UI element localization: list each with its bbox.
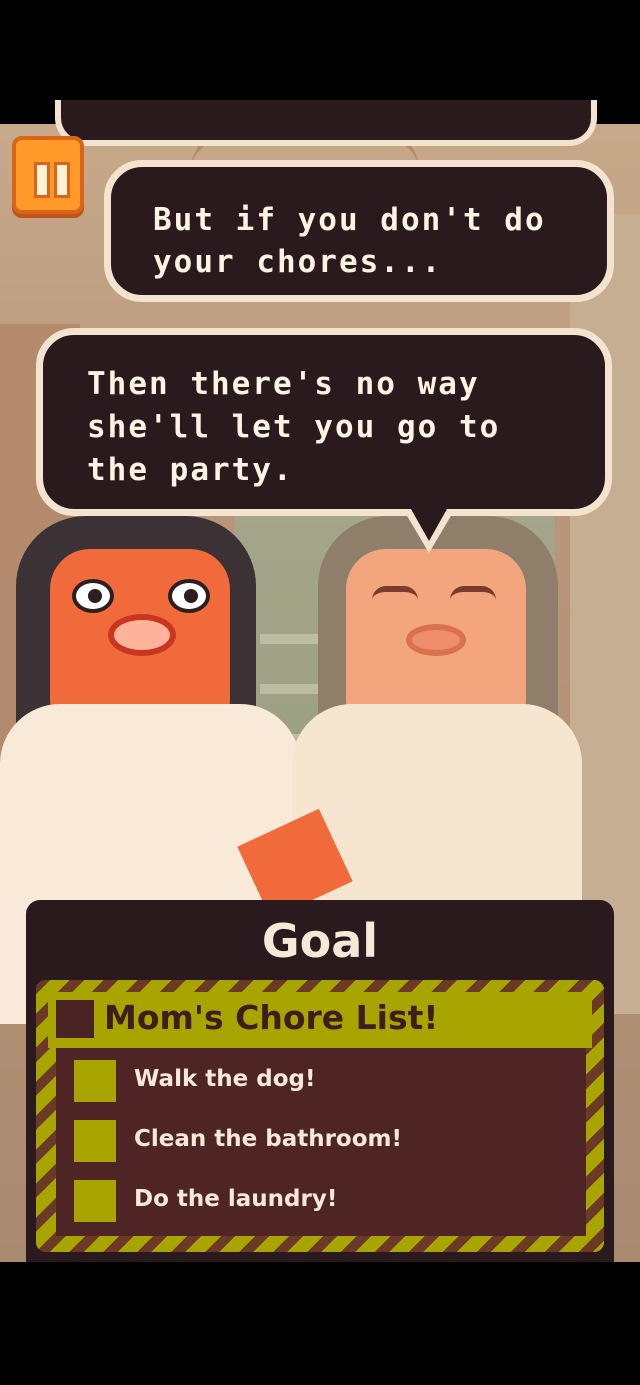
eye-icon [72,579,114,613]
dialogue-text-2: Then there's no way she'll let you go to… [87,366,501,488]
pause-icon [34,162,50,198]
chore-item[interactable]: Clean the bathroom! [62,1120,572,1164]
pause-button[interactable] [12,136,84,214]
chore-item[interactable]: Walk the dog! [62,1060,572,1104]
checkbox[interactable] [74,1120,116,1162]
checkbox[interactable] [74,1060,116,1102]
speech-bubble-1[interactable]: But if you don't do your chores... [104,160,614,302]
chore-item-label: Walk the dog! [134,1066,316,1092]
closed-eye-icon [450,586,496,600]
goal-title: Goal [261,914,379,968]
pause-icon [54,162,70,198]
speech-bubble-2[interactable]: Then there's no way she'll let you go to… [36,328,612,553]
checkbox[interactable] [74,1180,116,1222]
chore-list-title: Mom's Chore List! [104,998,439,1037]
chore-list: Mom's Chore List! Walk the dog! Clean th… [36,980,604,1252]
eye-icon [168,579,210,613]
previous-speech-bubble [55,100,597,146]
character-left-mouth [108,614,176,656]
chore-item-label: Clean the bathroom! [134,1126,402,1152]
dialogue-text-1: But if you don't do your chores... [153,202,546,280]
chore-list-checkbox [56,1000,94,1038]
chore-item-label: Do the laundry! [134,1186,338,1212]
goal-panel: Goal Mom's Chore List! Walk the dog! Cle… [26,900,614,1262]
chore-list-header: Mom's Chore List! [48,992,592,1048]
chore-list-items: Walk the dog! Clean the bathroom! Do the… [56,1048,586,1236]
chore-item[interactable]: Do the laundry! [62,1180,572,1224]
closed-eye-icon [372,586,418,600]
character-right-mouth [406,624,466,656]
speech-bubble-tail-inner [411,509,447,541]
